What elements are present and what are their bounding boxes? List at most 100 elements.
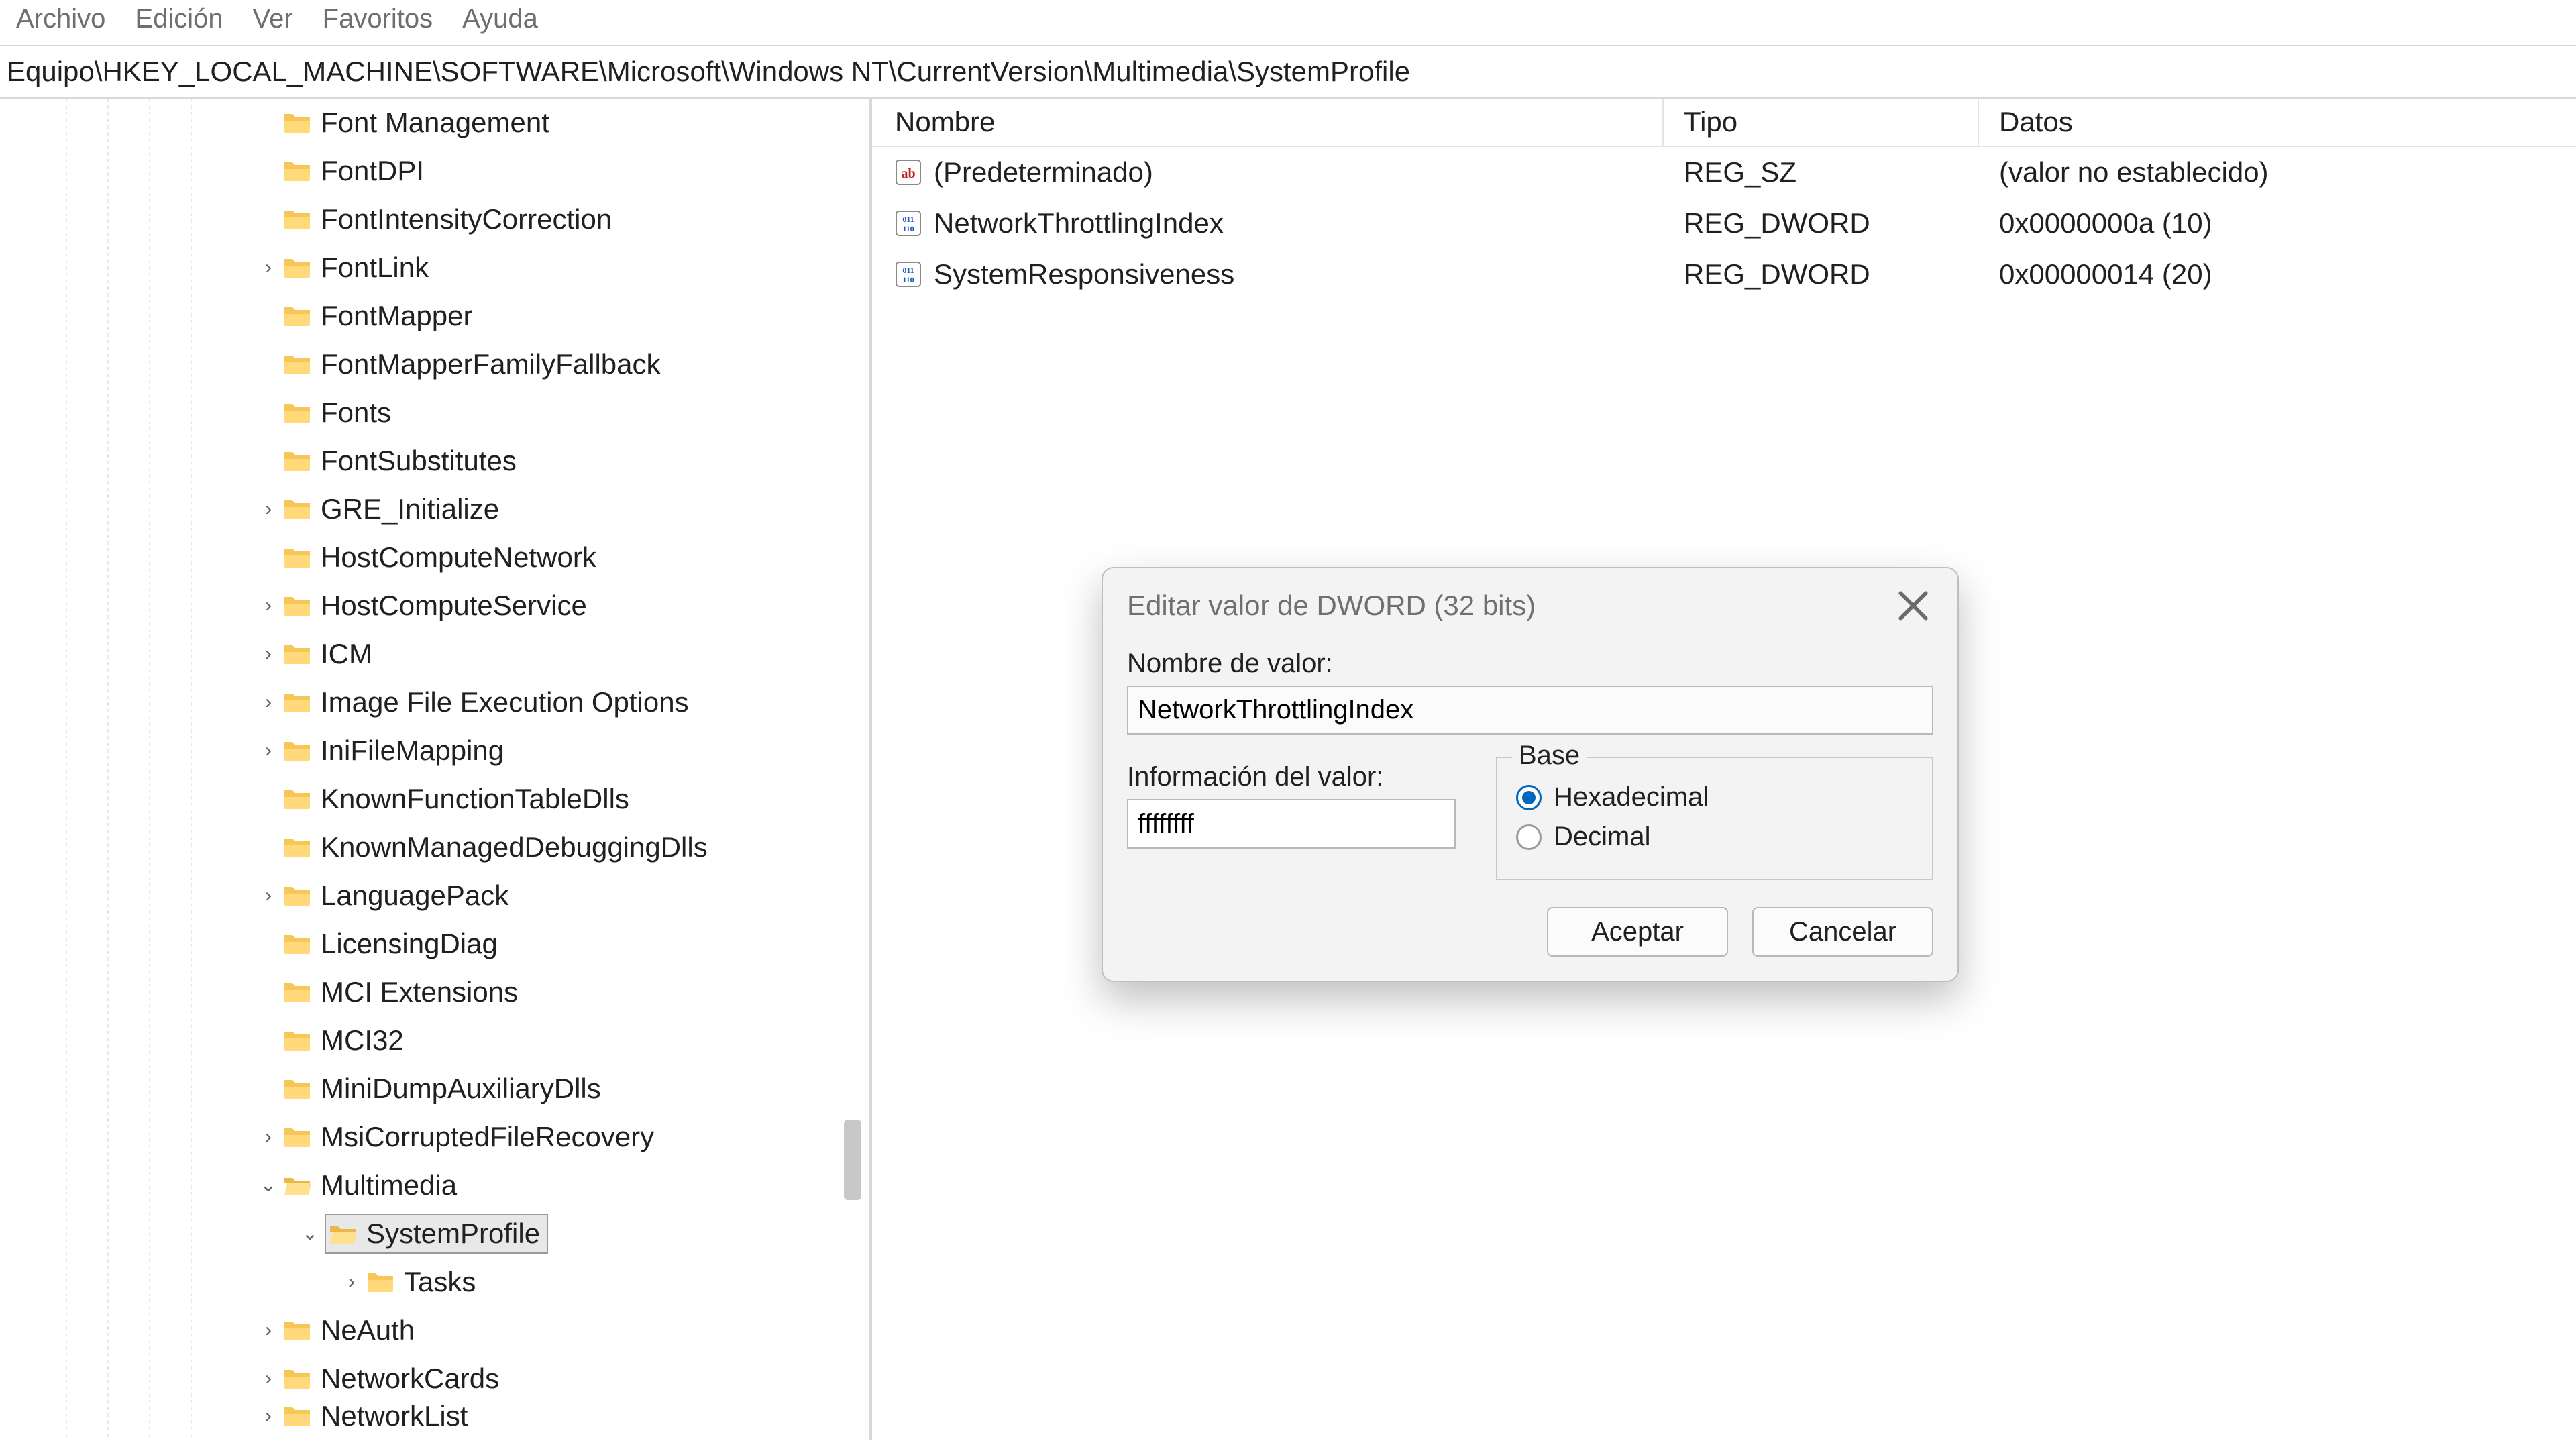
tree-item-label: Font Management [321,107,549,139]
base-legend: Base [1512,741,1587,771]
folder-icon [283,401,311,424]
tree-scrollbar-thumb[interactable] [844,1120,861,1200]
tree-item[interactable]: ›FontIntensityCorrection [0,195,832,244]
radio-hex-label: Hexadecimal [1554,782,1709,812]
value-row[interactable]: SystemResponsivenessREG_DWORD0x00000014 … [872,249,2576,300]
tree-item[interactable]: ›HostComputeNetwork [0,533,832,582]
chevron-right-icon[interactable]: › [254,692,283,712]
chevron-right-icon[interactable]: › [254,1368,283,1389]
tree-item-label: GRE_Initialize [321,493,499,525]
tree-item[interactable]: › NetworkCards [0,1354,832,1403]
tree-item[interactable]: ›LicensingDiag [0,920,832,968]
tree-item[interactable]: ›Tasks [0,1258,832,1306]
chevron-down-icon[interactable]: ⌄ [295,1224,325,1244]
reg-string-icon [895,159,922,186]
folder-icon [283,353,311,376]
folder-icon [283,1029,311,1052]
chevron-right-icon[interactable]: › [254,1127,283,1147]
chevron-right-icon[interactable]: › [254,741,283,761]
tree-item-label: Image File Execution Options [321,686,689,718]
chevron-right-icon[interactable]: › [254,258,283,278]
tree-item[interactable]: ›MCI32 [0,1016,832,1065]
folder-icon [283,836,311,859]
value-name: (Predeterminado) [934,156,1153,189]
tree-item-label: LicensingDiag [321,928,498,960]
chevron-right-icon[interactable]: › [254,885,283,906]
tree-item[interactable]: › Image File Execution Options [0,678,832,727]
tree-item-label: MiniDumpAuxiliaryDlls [321,1073,601,1105]
tree-scrollbar[interactable] [844,125,861,1400]
tree-item-label: Multimedia [321,1169,457,1201]
col-header-data[interactable]: Datos [1979,99,2073,146]
tree-item[interactable]: ›LanguagePack [0,871,832,920]
chevron-right-icon[interactable]: › [254,499,283,519]
tree-item[interactable]: ›HostComputeService [0,582,832,630]
tree-item-label: FontLink [321,252,429,284]
tree-item[interactable]: › FontLink [0,244,832,292]
folder-icon [283,643,311,665]
tree-item-label: ICM [321,638,372,670]
tree-item[interactable]: ›NeAuth [0,1306,832,1354]
tree-item-label: Fonts [321,396,391,429]
menu-ayuda[interactable]: Ayuda [462,4,538,34]
radio-icon [1516,824,1542,850]
ok-button[interactable]: Aceptar [1547,907,1728,957]
tree-item[interactable]: ⌄SystemProfile [0,1210,832,1258]
chevron-right-icon[interactable]: › [254,644,283,664]
tree-item[interactable]: ›IniFileMapping [0,727,832,775]
tree-item[interactable]: ›MCI Extensions [0,968,832,1016]
tree-item[interactable]: ›Font Management [0,99,832,147]
tree-item[interactable]: › ICM [0,630,832,678]
col-header-name[interactable]: Nombre [872,99,1664,146]
tree-item[interactable]: ›FontDPI [0,147,832,195]
tree-item-label: KnownFunctionTableDlls [321,783,629,815]
chevron-right-icon[interactable]: › [254,1320,283,1340]
tree-item-label: MsiCorruptedFileRecovery [321,1121,654,1153]
address-bar[interactable]: Equipo\HKEY_LOCAL_MACHINE\SOFTWARE\Micro… [0,45,2576,99]
value-data-label: Información del valor: [1127,762,1456,792]
value-data-input[interactable] [1127,799,1456,849]
cancel-button[interactable]: Cancelar [1752,907,1933,957]
tree-item[interactable]: ›FontMapper [0,292,832,340]
value-name-label: Nombre de valor: [1127,649,1933,679]
registry-tree[interactable]: ›Font Management›FontDPI›FontIntensityCo… [0,99,832,1430]
tree-item[interactable]: ›FontSubstitutes [0,437,832,485]
tree-item[interactable]: › GRE_Initialize [0,485,832,533]
folder-icon [283,1367,311,1390]
folder-icon [283,111,311,134]
chevron-down-icon[interactable]: ⌄ [254,1175,283,1195]
tree-item[interactable]: ›NetworkList [0,1403,832,1430]
tree-item-label: NetworkCards [321,1362,499,1395]
tree-item[interactable]: ›FontMapperFamilyFallback [0,340,832,388]
radio-decimal[interactable]: Decimal [1516,822,1909,852]
tree-item[interactable]: ›KnownManagedDebuggingDlls [0,823,832,871]
dialog-body: Nombre de valor: Información del valor: … [1103,649,1957,981]
menu-ver[interactable]: Ver [253,4,293,34]
folder-open-icon [329,1222,357,1245]
value-name-input[interactable] [1127,686,1933,735]
menu-favoritos[interactable]: Favoritos [323,4,433,34]
chevron-right-icon[interactable]: › [337,1272,366,1292]
tree-item[interactable]: ›MiniDumpAuxiliaryDlls [0,1065,832,1113]
radio-hexadecimal[interactable]: Hexadecimal [1516,782,1909,812]
folder-icon [283,691,311,714]
tree-item[interactable]: › MsiCorruptedFileRecovery [0,1113,832,1161]
folder-icon [283,498,311,521]
col-header-type[interactable]: Tipo [1664,99,1979,146]
tree-item[interactable]: ›Fonts [0,388,832,437]
tree-item[interactable]: ›KnownFunctionTableDlls [0,775,832,823]
values-list[interactable]: (Predeterminado)REG_SZ(valor no establec… [872,147,2576,300]
folder-icon [283,208,311,231]
chevron-right-icon[interactable]: › [254,596,283,616]
menu-archivo[interactable]: Archivo [16,4,105,34]
menu-edicion[interactable]: Edición [135,4,223,34]
folder-icon [283,932,311,955]
tree-item[interactable]: ⌄ Multimedia [0,1161,832,1210]
value-row[interactable]: (Predeterminado)REG_SZ(valor no establec… [872,147,2576,198]
value-row[interactable]: NetworkThrottlingIndexREG_DWORD0x0000000… [872,198,2576,249]
edit-dword-dialog: Editar valor de DWORD (32 bits) Nombre d… [1102,567,1959,982]
folder-icon [283,1319,311,1342]
chevron-right-icon[interactable]: › [254,1406,283,1426]
close-icon[interactable] [1893,586,1933,626]
dialog-titlebar[interactable]: Editar valor de DWORD (32 bits) [1103,568,1957,643]
